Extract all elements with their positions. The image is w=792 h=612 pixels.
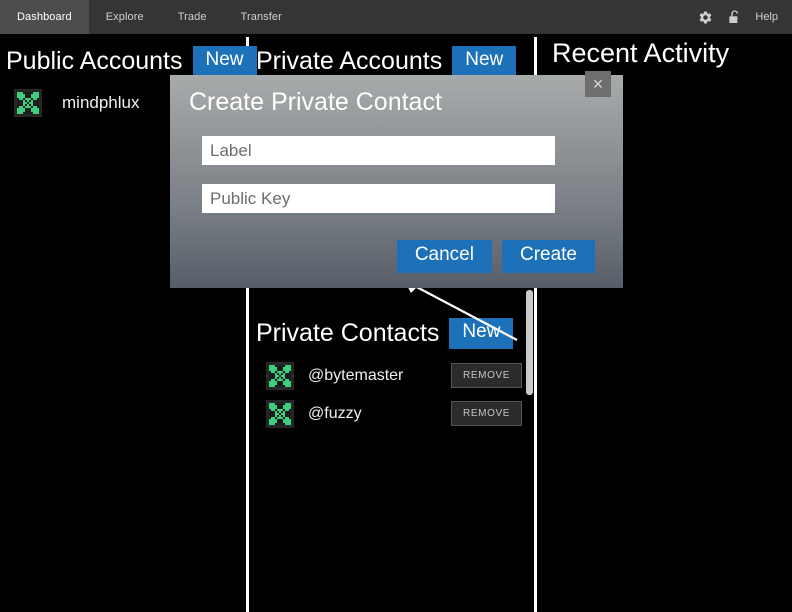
list-item[interactable]: @fuzzy REMOVE bbox=[256, 395, 528, 433]
top-navbar: Dashboard Explore Trade Transfer Help bbox=[0, 0, 792, 34]
nav-tab-list: Dashboard Explore Trade Transfer bbox=[0, 0, 299, 34]
private-contacts-title: Private Contacts bbox=[256, 318, 440, 347]
recent-activity-header: Recent Activity bbox=[552, 40, 788, 67]
nav-tab-label: Transfer bbox=[240, 11, 282, 23]
cancel-button[interactable]: Cancel bbox=[396, 240, 492, 273]
private-accounts-header: Private Accounts New bbox=[256, 46, 528, 77]
nav-tab-label: Trade bbox=[177, 11, 207, 23]
public-accounts-header: Public Accounts New bbox=[6, 46, 257, 77]
private-accounts-title: Private Accounts bbox=[256, 46, 443, 75]
recent-activity-panel: Recent Activity bbox=[552, 40, 788, 67]
identicon-avatar bbox=[266, 399, 294, 428]
private-contacts-header: Private Contacts New bbox=[256, 318, 528, 349]
close-icon[interactable]: × bbox=[585, 71, 611, 97]
gear-icon[interactable] bbox=[697, 9, 713, 25]
create-button[interactable]: Create bbox=[501, 240, 595, 273]
public-accounts-title: Public Accounts bbox=[6, 46, 183, 75]
dialog-actions: Cancel Create bbox=[396, 240, 595, 273]
identicon-avatar bbox=[14, 88, 42, 117]
dialog-title: Create Private Contact bbox=[189, 88, 442, 116]
create-private-contact-dialog: Create Private Contact Cancel Create bbox=[170, 75, 623, 288]
nav-tab-explore[interactable]: Explore bbox=[89, 0, 161, 34]
nav-tab-label: Dashboard bbox=[17, 11, 72, 23]
contact-name: @fuzzy bbox=[308, 404, 362, 422]
identicon-avatar bbox=[266, 361, 294, 390]
help-link[interactable]: Help bbox=[755, 11, 778, 23]
label-input[interactable] bbox=[202, 136, 555, 165]
new-private-contact-button[interactable]: New bbox=[449, 318, 514, 349]
account-name: mindphlux bbox=[62, 92, 140, 112]
new-private-account-button[interactable]: New bbox=[452, 46, 517, 77]
private-contacts-list: @bytemaster REMOVE @fuzzy REMOVE bbox=[256, 357, 528, 433]
unlock-icon[interactable] bbox=[726, 9, 742, 25]
contact-name: @bytemaster bbox=[308, 366, 404, 384]
private-accounts-panel: Private Accounts New bbox=[256, 46, 528, 77]
public-key-input[interactable] bbox=[202, 184, 555, 213]
recent-activity-title: Recent Activity bbox=[552, 38, 730, 68]
nav-tab-dashboard[interactable]: Dashboard bbox=[0, 0, 89, 34]
nav-tab-transfer[interactable]: Transfer bbox=[224, 0, 299, 34]
nav-tab-label: Explore bbox=[105, 11, 144, 23]
remove-contact-button[interactable]: REMOVE bbox=[451, 363, 522, 389]
private-contacts-panel: Private Contacts New @bytemaster REMOVE … bbox=[256, 318, 528, 433]
nav-tab-trade[interactable]: Trade bbox=[161, 0, 224, 34]
list-item[interactable]: @bytemaster REMOVE bbox=[256, 357, 528, 395]
nav-actions: Help bbox=[697, 0, 792, 34]
remove-contact-button[interactable]: REMOVE bbox=[451, 401, 522, 427]
new-public-account-button[interactable]: New bbox=[192, 46, 257, 77]
